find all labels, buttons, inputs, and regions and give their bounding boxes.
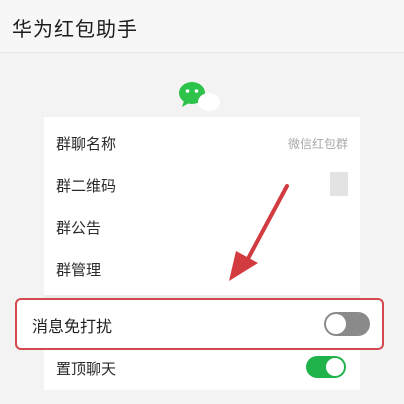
toggle-knob — [326, 358, 344, 376]
page-title: 华为红包助手 — [12, 17, 138, 41]
group-notice-label: 群公告 — [56, 219, 102, 237]
group-manage-row[interactable]: 群管理 — [44, 247, 360, 289]
group-manage-label: 群管理 — [56, 261, 102, 279]
do-not-disturb-toggle[interactable] — [324, 312, 370, 336]
group-name-value: 微信红包群 — [287, 137, 348, 151]
app-bar: 华为红包助手 — [0, 0, 404, 53]
group-name-label: 群聊名称 — [56, 135, 117, 153]
group-settings-card: 群聊名称 微信红包群 群二维码 群公告 群管理 — [44, 117, 360, 295]
pin-chat-toggle[interactable] — [306, 356, 346, 378]
group-name-row[interactable]: 群聊名称 微信红包群 — [44, 121, 360, 163]
group-qrcode-label: 群二维码 — [56, 177, 117, 195]
qrcode-thumbnail-icon — [330, 172, 348, 196]
group-notice-row[interactable]: 群公告 — [44, 205, 360, 247]
do-not-disturb-label: 消息免打扰 — [32, 317, 113, 336]
group-qrcode-row[interactable]: 群二维码 — [44, 163, 360, 205]
do-not-disturb-row[interactable]: 消息免打扰 — [15, 298, 384, 350]
pin-chat-row[interactable]: 置顶聊天 — [44, 350, 360, 390]
pin-chat-label: 置顶聊天 — [56, 360, 117, 378]
wechat-logo-icon — [179, 82, 220, 111]
toggle-knob — [326, 314, 346, 334]
